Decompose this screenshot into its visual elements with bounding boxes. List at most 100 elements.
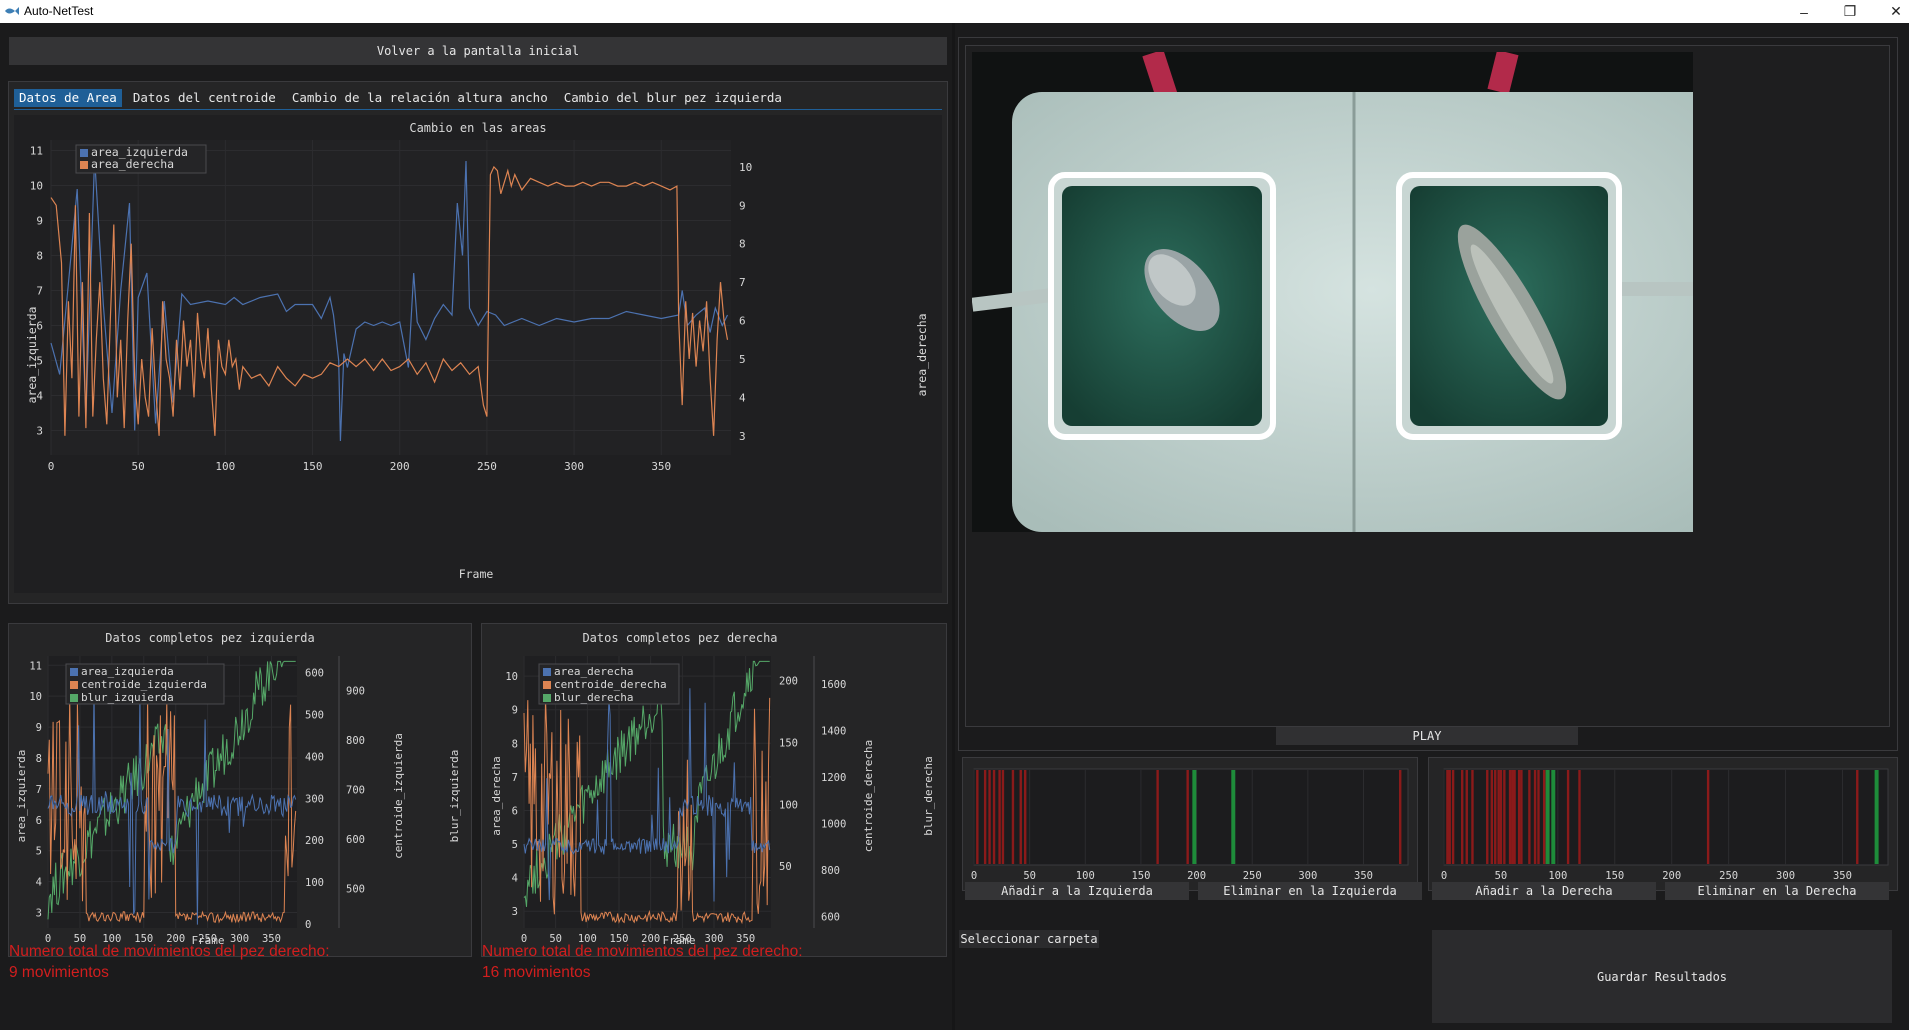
ytick-secondary: 200 (779, 676, 798, 688)
movement-marker-red[interactable] (983, 770, 987, 864)
left-movement-label: Numero total de movimientos del pez dere… (9, 943, 330, 960)
movement-marker-red[interactable] (1499, 770, 1503, 864)
restore-button[interactable]: ❐ (1827, 0, 1873, 23)
ytick: 6 (36, 815, 42, 827)
legend-swatch-area-izquierda (80, 149, 88, 157)
movement-marker-red[interactable] (1513, 770, 1516, 864)
main-chart-legend: area_izquierda area_derecha (75, 144, 207, 174)
ytick-secondary: 600 (821, 911, 840, 923)
right-chart-ylabel-2: centroide_derecha (862, 740, 875, 853)
right-movement-count: Numero total de movimientos del pez dere… (482, 941, 803, 983)
movement-marker-green[interactable] (1874, 770, 1879, 864)
movement-marker-red[interactable] (1520, 770, 1523, 864)
movement-marker-red[interactable] (1494, 770, 1497, 864)
movement-marker-red[interactable] (1011, 770, 1015, 864)
left-chart-legend: area_izquierda centroide_izquierda blur_… (65, 663, 225, 705)
movement-marker-red[interactable] (1399, 770, 1402, 864)
movement-marker-red[interactable] (1186, 770, 1189, 864)
timeline-xtick: 50 (1495, 870, 1508, 882)
legend-centroide-izquierda: centroide_izquierda (81, 678, 207, 691)
main-chart-ytick-left: 6 (36, 320, 43, 333)
right-timeline-chart[interactable]: 0 50 100 150 200 250 300 350 (1432, 761, 1894, 889)
movement-marker-red[interactable] (1511, 770, 1514, 864)
close-button[interactable]: ✕ (1873, 0, 1909, 23)
movement-marker-green[interactable] (1231, 770, 1236, 864)
tab-blur-left[interactable]: Cambio del blur pez izquierda (559, 89, 787, 107)
movement-marker-red[interactable] (1019, 770, 1022, 864)
back-to-home-button[interactable]: Volver a la pantalla inicial (9, 37, 947, 65)
ytick: 5 (512, 839, 518, 851)
movement-marker-red[interactable] (1566, 770, 1570, 864)
main-chart-ytick-left: 8 (36, 250, 43, 263)
main-chart-title: Cambio en las areas (409, 121, 546, 135)
play-button[interactable]: PLAY (1276, 727, 1578, 745)
main-chart-ytick-left: 3 (36, 425, 43, 438)
save-results-button[interactable]: Guardar Resultados (1432, 930, 1892, 1023)
minimize-button[interactable]: – (1781, 0, 1827, 23)
left-chart-title: Datos completos pez izquierda (105, 631, 315, 645)
tab-aspect-ratio[interactable]: Cambio de la relación altura ancho (287, 89, 553, 107)
ytick: 9 (512, 705, 518, 717)
movement-marker-red[interactable] (1490, 770, 1494, 864)
right-chart-title: Datos completos pez derecha (582, 631, 777, 645)
select-folder-button[interactable]: Seleccionar carpeta (959, 930, 1099, 948)
remove-left-button[interactable]: Eliminar en la Izquierda (1198, 882, 1422, 900)
remove-right-button[interactable]: Eliminar en la Derecha (1665, 882, 1889, 900)
movement-marker-red[interactable] (1451, 770, 1455, 864)
movement-marker-red[interactable] (992, 770, 996, 864)
ytick: 8 (512, 738, 518, 750)
movement-marker-red[interactable] (1156, 770, 1159, 864)
ytick-secondary: 1400 (821, 725, 846, 737)
movement-marker-red[interactable] (1465, 770, 1468, 864)
movement-marker-red[interactable] (1578, 770, 1581, 864)
movement-marker-red[interactable] (1461, 770, 1464, 864)
movement-marker-red[interactable] (1448, 770, 1451, 864)
left-timeline-chart[interactable]: 0 50 100 150 200 250 300 350 (966, 761, 1414, 889)
movement-marker-red[interactable] (1533, 770, 1537, 864)
add-left-button[interactable]: Añadir a la Izquierda (965, 882, 1189, 900)
timeline-xtick: 250 (1719, 870, 1738, 882)
right-chart-ylabel-3: blur_derecha (922, 756, 935, 835)
main-chart-ytick-right: 3 (739, 430, 746, 443)
timeline-xtick: 300 (1298, 870, 1317, 882)
timeline-xtick: 350 (1354, 870, 1373, 882)
movement-marker-red[interactable] (1508, 770, 1512, 864)
legend-area-derecha-2: area_derecha (554, 665, 633, 678)
legend-swatch-centroide-izquierda (70, 681, 78, 689)
main-chart-ytick-left: 5 (36, 355, 43, 368)
movement-marker-red[interactable] (1486, 770, 1489, 864)
movement-marker-red[interactable] (998, 770, 1001, 864)
movement-marker-red[interactable] (1856, 770, 1859, 864)
ytick-secondary: 600 (346, 834, 365, 846)
left-chart-ylabel-3: blur_izquierda (448, 750, 461, 843)
movement-marker-red[interactable] (1706, 770, 1710, 864)
ytick: 11 (29, 660, 42, 672)
movement-marker-red[interactable] (976, 770, 979, 864)
movement-marker-red[interactable] (1503, 770, 1506, 864)
movement-marker-green[interactable] (1551, 770, 1556, 864)
tab-area[interactable]: Datos de Area (14, 89, 122, 107)
movement-marker-red[interactable] (1528, 770, 1531, 864)
column-separator (952, 23, 955, 1030)
movement-marker-green[interactable] (1192, 770, 1197, 864)
movement-marker-red[interactable] (1446, 770, 1449, 864)
main-chart-ytick-left: 4 (36, 390, 43, 403)
main-area-chart[interactable]: Cambio en las areas Frame area_izquierda… (14, 115, 942, 593)
movement-marker-red[interactable] (988, 770, 991, 864)
movement-marker-red[interactable] (1517, 770, 1521, 864)
movement-marker-red[interactable] (1497, 770, 1500, 864)
add-right-button[interactable]: Añadir a la Derecha (1432, 882, 1656, 900)
left-fish-chart[interactable]: Datos completos pez izquierda Frame area… (10, 626, 470, 955)
right-fish-chart[interactable]: Datos completos pez derecha Frame area_d… (483, 626, 945, 955)
ytick-secondary: 800 (346, 735, 365, 747)
ytick: 10 (505, 671, 518, 683)
tab-centroid[interactable]: Datos del centroide (128, 89, 281, 107)
main-chart-ytick-left: 10 (30, 180, 43, 193)
movement-marker-red[interactable] (1537, 770, 1540, 864)
movement-marker-red[interactable] (1542, 770, 1546, 864)
ytick-secondary: 500 (346, 883, 365, 895)
movement-marker-red[interactable] (1023, 770, 1027, 864)
movement-marker-green[interactable] (1545, 770, 1550, 864)
movement-marker-red[interactable] (1001, 770, 1005, 864)
movement-marker-red[interactable] (1471, 770, 1474, 864)
